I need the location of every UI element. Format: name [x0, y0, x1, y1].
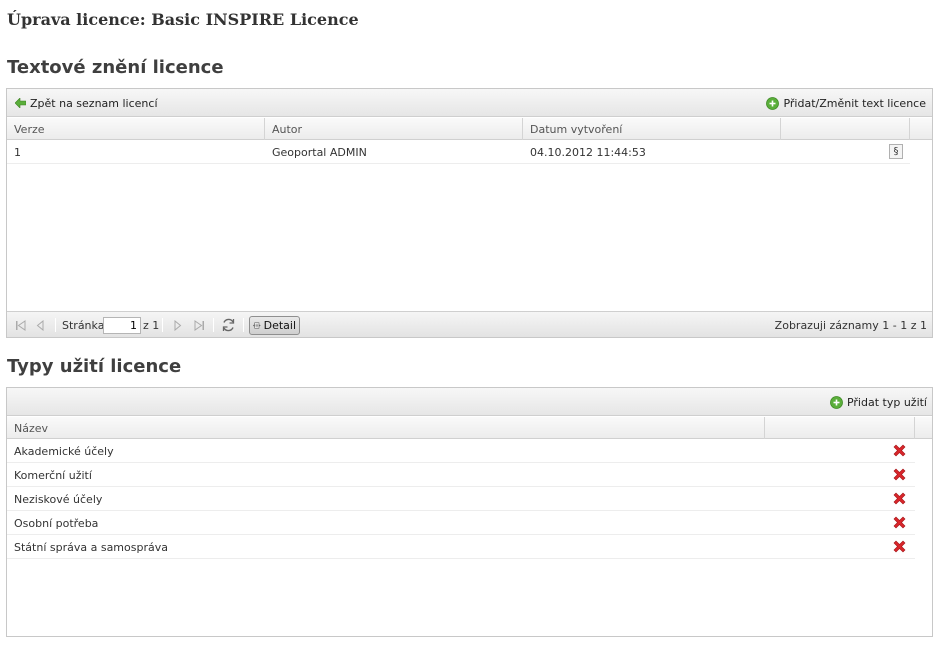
- license-text-section-title: Textové znění licence: [7, 57, 224, 78]
- list-item[interactable]: Komerční užití: [7, 463, 915, 487]
- column-header-author[interactable]: Autor: [265, 118, 523, 140]
- column-header-version[interactable]: Verze: [7, 118, 265, 140]
- detail-button-label: Detail: [263, 319, 296, 332]
- page-count-label: z 1: [143, 318, 160, 332]
- usage-types-toolbar: Přidat typ užití: [7, 388, 932, 416]
- column-header-name[interactable]: Název: [7, 417, 765, 439]
- add-change-license-text-button[interactable]: Přidat/Změnit text licence: [766, 96, 926, 110]
- column-header-actions: [765, 417, 915, 439]
- pager-separator: [243, 318, 244, 332]
- pager-separator: [55, 318, 56, 332]
- delete-icon[interactable]: [892, 491, 907, 506]
- detail-icon: [253, 322, 261, 329]
- usage-types-grid-header: Název: [7, 417, 932, 439]
- add-icon: [830, 395, 843, 409]
- cell-created: 04.10.2012 11:44:53: [530, 146, 646, 159]
- delete-icon[interactable]: [892, 515, 907, 530]
- pager-separator: [213, 318, 214, 332]
- cell-author: Geoportal ADMIN: [272, 146, 367, 159]
- license-text-grid-header: Verze Autor Datum vytvoření: [7, 118, 932, 140]
- delete-icon[interactable]: [892, 443, 907, 458]
- add-usage-type-label: Přidat typ užití: [846, 395, 927, 409]
- page-title: Úprava licence: Basic INSPIRE Licence: [7, 10, 359, 29]
- back-to-license-list-button[interactable]: Zpět na seznam licencí: [15, 96, 158, 110]
- first-page-icon[interactable]: [15, 317, 26, 333]
- detail-button[interactable]: Detail: [249, 316, 300, 335]
- column-header-created[interactable]: Datum vytvoření: [523, 118, 781, 140]
- add-icon: [766, 96, 780, 110]
- paragraph-icon[interactable]: §: [889, 144, 903, 159]
- usage-type-name: Neziskové účely: [14, 493, 103, 506]
- usage-type-name: Akademické účely: [14, 445, 114, 458]
- back-button-label: Zpět na seznam licencí: [30, 96, 158, 110]
- license-text-toolbar: Zpět na seznam licencí Přidat/Změnit tex…: [7, 89, 932, 117]
- back-arrow-icon: [15, 98, 26, 108]
- column-header-actions: [781, 118, 910, 140]
- usage-types-grid-panel: Přidat typ užití Název Akademické účely …: [6, 387, 933, 637]
- usage-type-name: Osobní potřeba: [14, 517, 99, 530]
- delete-icon[interactable]: [892, 539, 907, 554]
- usage-type-name: Komerční užití: [14, 469, 92, 482]
- license-text-grid-panel: Zpět na seznam licencí Přidat/Změnit tex…: [6, 88, 933, 338]
- pagination-toolbar: Stránka z 1: [7, 311, 932, 337]
- records-summary: Zobrazuji záznamy 1 - 1 z 1: [774, 318, 927, 332]
- page-number-input[interactable]: [103, 317, 141, 334]
- page-label: Stránka: [62, 318, 105, 332]
- cell-version: 1: [14, 146, 21, 159]
- refresh-icon[interactable]: [221, 317, 236, 333]
- list-item[interactable]: Akademické účely: [7, 439, 915, 463]
- table-row[interactable]: 1 Geoportal ADMIN 04.10.2012 11:44:53 §: [7, 140, 910, 164]
- list-item[interactable]: Státní správa a samospráva: [7, 535, 915, 559]
- list-item[interactable]: Osobní potřeba: [7, 511, 915, 535]
- add-usage-type-button[interactable]: Přidat typ užití: [830, 395, 927, 409]
- list-item[interactable]: Neziskové účely: [7, 487, 915, 511]
- usage-type-name: Státní správa a samospráva: [14, 541, 168, 554]
- pager-separator: [162, 318, 163, 332]
- usage-types-section-title: Typy užití licence: [7, 356, 182, 377]
- delete-icon[interactable]: [892, 467, 907, 482]
- last-page-icon[interactable]: [194, 317, 205, 333]
- previous-page-icon[interactable]: [36, 317, 45, 333]
- next-page-icon[interactable]: [173, 317, 182, 333]
- add-text-button-label: Přidat/Změnit text licence: [783, 96, 926, 110]
